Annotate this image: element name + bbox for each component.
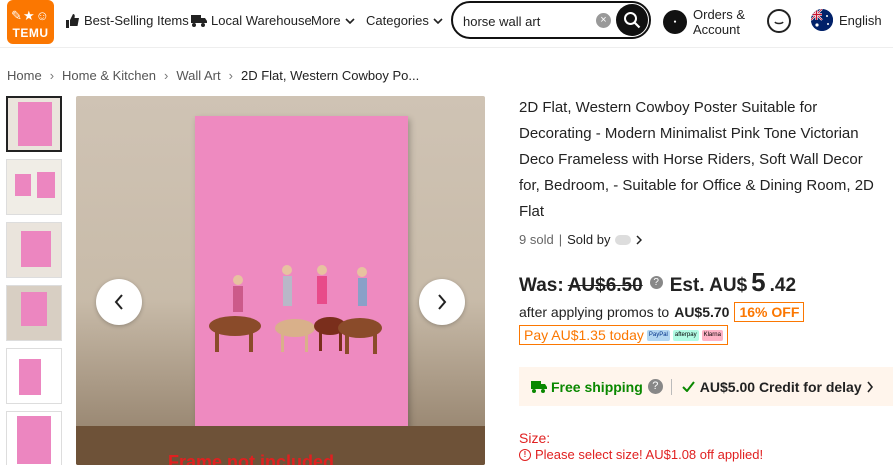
size-warning: ! Please select size! AU$1.08 off applie… [519, 447, 763, 462]
discount-badge: 16% OFF [734, 302, 805, 322]
main-product-image[interactable]: Frame not included [76, 96, 485, 465]
price-cents: .42 [769, 275, 797, 296]
search-box[interactable]: horse wall art × [451, 1, 651, 39]
search-input[interactable]: horse wall art [463, 14, 540, 29]
sold-info: 9 sold | Sold by [519, 232, 643, 247]
promo-text: after applying promos to [519, 304, 670, 320]
chevron-down-icon [345, 17, 355, 24]
size-label: Size: [519, 430, 551, 446]
was-price: AU$6.50 [567, 275, 643, 296]
sold-by-label: Sold by [567, 232, 611, 247]
breadcrumb-wall-art[interactable]: Wall Art [176, 68, 220, 83]
next-image-button[interactable] [419, 279, 465, 325]
clear-search-icon[interactable]: × [596, 13, 611, 28]
flag-graphic [811, 9, 833, 31]
thumbnail-4[interactable] [6, 285, 62, 341]
search-button[interactable] [616, 4, 648, 36]
seller-badge[interactable] [615, 234, 632, 245]
categories-label: Categories [366, 13, 429, 28]
temu-logo[interactable]: ✎★☺ TEMU [7, 0, 54, 44]
search-icon [624, 12, 641, 29]
free-shipping-label: Free shipping [551, 378, 643, 395]
was-label: Was: [519, 275, 564, 296]
orders-account[interactable]: ● Orders & Account [663, 7, 745, 37]
avatar: ● [663, 10, 687, 34]
chevron-left-icon [114, 294, 123, 310]
more-menu[interactable]: More [311, 13, 355, 28]
thumbnail-list [6, 96, 64, 465]
chevron-right-icon[interactable] [636, 234, 643, 245]
orders-line-2: Account [693, 22, 740, 37]
est-label: Est. AU$ [669, 275, 748, 296]
promo-line: after applying promos to AU$5.70 16% OFF [519, 302, 805, 322]
price-block: Was: AU$6.50 ? Est. AU$ 5.42 [519, 267, 796, 298]
truck-icon [191, 15, 207, 27]
breadcrumb: Home › Home & Kitchen › Wall Art › 2D Fl… [7, 68, 419, 83]
best-selling-label: Best-Selling Items [84, 13, 189, 28]
shipping-info-icon[interactable]: ? [647, 379, 663, 394]
prev-image-button[interactable] [96, 279, 142, 325]
thumbnail-1[interactable] [6, 96, 62, 152]
top-header: ✎★☺ TEMU Best-Selling Items Local Wareho… [0, 0, 893, 48]
chevron-right-icon [438, 294, 447, 310]
price-dollars: 5 [751, 267, 766, 297]
price-info-icon[interactable]: ? [649, 276, 663, 289]
pay-today-text: Pay AU$1.35 today [524, 327, 644, 343]
thumbnail-2[interactable] [6, 159, 62, 215]
breadcrumb-home[interactable]: Home [7, 68, 42, 83]
more-label: More [311, 13, 341, 28]
frame-not-included-note: Frame not included [168, 452, 335, 465]
paypal-icon: PayPal [646, 329, 670, 341]
thumbs-up-icon [66, 13, 79, 28]
divider: | [558, 232, 563, 247]
thumbnail-5[interactable] [6, 348, 62, 404]
divider [670, 378, 672, 395]
language-label: English [839, 12, 882, 28]
australia-flag-icon [811, 9, 833, 31]
support-chat-icon[interactable] [767, 9, 791, 33]
thumbnail-6[interactable] [6, 411, 62, 465]
promo-price: AU$5.70 [674, 304, 730, 320]
chevron-down-icon [433, 17, 443, 24]
chevron-right-icon [867, 381, 873, 392]
logo-text: TEMU [12, 26, 49, 40]
breadcrumb-current: 2D Flat, Western Cowboy Po... [240, 68, 420, 83]
categories-menu[interactable]: Categories [366, 13, 443, 28]
breadcrumb-separator: › [163, 68, 169, 83]
smile-icon [774, 21, 784, 25]
best-selling-link[interactable]: Best-Selling Items [65, 13, 189, 28]
product-title: 2D Flat, Western Cowboy Poster Suitable … [519, 99, 874, 220]
delay-credit-label: AU$5.00 Credit for delay [699, 378, 862, 395]
alert-icon: ! [519, 448, 531, 461]
breadcrumb-separator: › [49, 68, 55, 83]
local-warehouse-label: Local Warehouse [211, 13, 312, 28]
size-warning-text: Please select size! AU$1.08 off applied! [535, 447, 764, 462]
local-warehouse-link[interactable]: Local Warehouse [191, 13, 312, 28]
thumbnail-3[interactable] [6, 222, 62, 278]
afterpay-icon: afterpay [672, 329, 699, 341]
cowboy-horses-illustration [209, 265, 382, 354]
breadcrumb-separator: › [228, 68, 233, 83]
breadcrumb-home-kitchen[interactable]: Home & Kitchen [62, 68, 156, 83]
shipping-bar[interactable]: Free shipping ? AU$5.00 Credit for delay [519, 367, 893, 406]
language-selector[interactable]: English [811, 9, 882, 31]
sold-count: 9 sold [519, 232, 554, 247]
orders-line-1: Orders & [693, 7, 746, 22]
orders-account-label: Orders & Account [693, 7, 745, 37]
pink-poster-artwork [195, 116, 408, 443]
pay-later-banner[interactable]: Pay AU$1.35 today PayPal afterpay Klarna [519, 325, 728, 345]
checkmark-icon [682, 381, 695, 392]
truck-icon [531, 381, 547, 393]
logo-icon-row: ✎★☺ [11, 8, 50, 23]
klarna-icon: Klarna [701, 329, 723, 341]
